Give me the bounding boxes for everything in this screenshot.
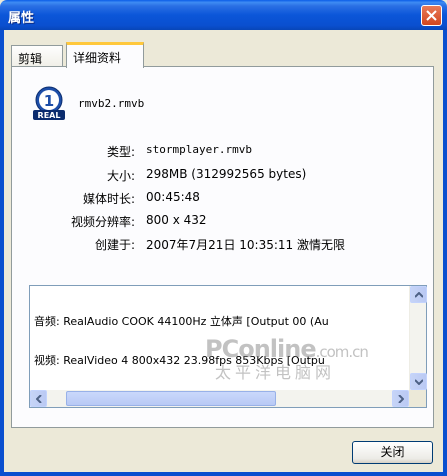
tab-details[interactable]: 详细资料	[66, 42, 144, 68]
window-frame-bottom	[0, 472, 447, 476]
info-row-created: 创建于: 2007年7月21日 10:35:11 激情无限	[12, 236, 435, 254]
arrow-up-icon	[415, 292, 423, 298]
duration-label: 媒体时长:	[82, 192, 135, 206]
created-value: 2007年7月21日 10:35:11 激情无限	[146, 238, 345, 252]
size-label: 大小:	[106, 169, 135, 183]
resolution-label: 视频分辨率:	[70, 215, 135, 229]
info-row-resolution: 视频分辨率: 800 x 432	[12, 213, 435, 231]
type-label: 类型:	[106, 145, 135, 159]
close-button[interactable]: 关闭	[352, 441, 433, 464]
audio-stream-line: 音频: RealAudio COOK 44100Hz 立体声 [Output 0…	[34, 315, 329, 328]
window-frame-left	[0, 30, 4, 476]
window-close-button[interactable]	[421, 5, 442, 26]
info-row-type: 类型: stormplayer.rmvb	[12, 143, 435, 161]
scroll-left-button[interactable]	[30, 390, 47, 407]
icon-text: REAL	[38, 111, 61, 120]
duration-value: 00:45:48	[146, 190, 200, 204]
watermark: PConline.com.cn 太平洋电脑网	[205, 335, 369, 383]
resolution-value: 800 x 432	[146, 213, 207, 227]
type-value: stormplayer.rmvb	[146, 143, 252, 156]
close-icon	[426, 10, 437, 21]
arrow-left-icon	[36, 395, 42, 403]
title-bar[interactable]: 属性	[0, 0, 447, 30]
window-title: 属性	[8, 11, 35, 26]
info-row-duration: 媒体时长: 00:45:48	[12, 190, 435, 208]
scrollbar-corner	[409, 390, 426, 407]
scroll-up-button[interactable]	[410, 286, 427, 303]
vertical-scrollbar[interactable]	[409, 286, 427, 390]
arrow-right-icon	[398, 395, 404, 403]
scroll-down-button[interactable]	[410, 373, 427, 390]
tab-edit[interactable]: 剪辑	[11, 45, 63, 67]
icon-number: 1	[44, 92, 54, 110]
arrow-down-icon	[415, 379, 423, 385]
info-row-size: 大小: 298MB (312992565 bytes)	[12, 167, 435, 185]
size-value: 298MB (312992565 bytes)	[146, 167, 307, 181]
scroll-right-button[interactable]	[392, 390, 409, 407]
file-name: rmvb2.rmvb	[78, 97, 145, 110]
window-frame-right	[443, 30, 447, 476]
real-media-icon: 1 REAL	[31, 85, 67, 121]
created-label: 创建于:	[94, 238, 135, 252]
horizontal-scrollbar[interactable]	[30, 390, 409, 407]
horizontal-scroll-thumb[interactable]	[66, 391, 276, 406]
